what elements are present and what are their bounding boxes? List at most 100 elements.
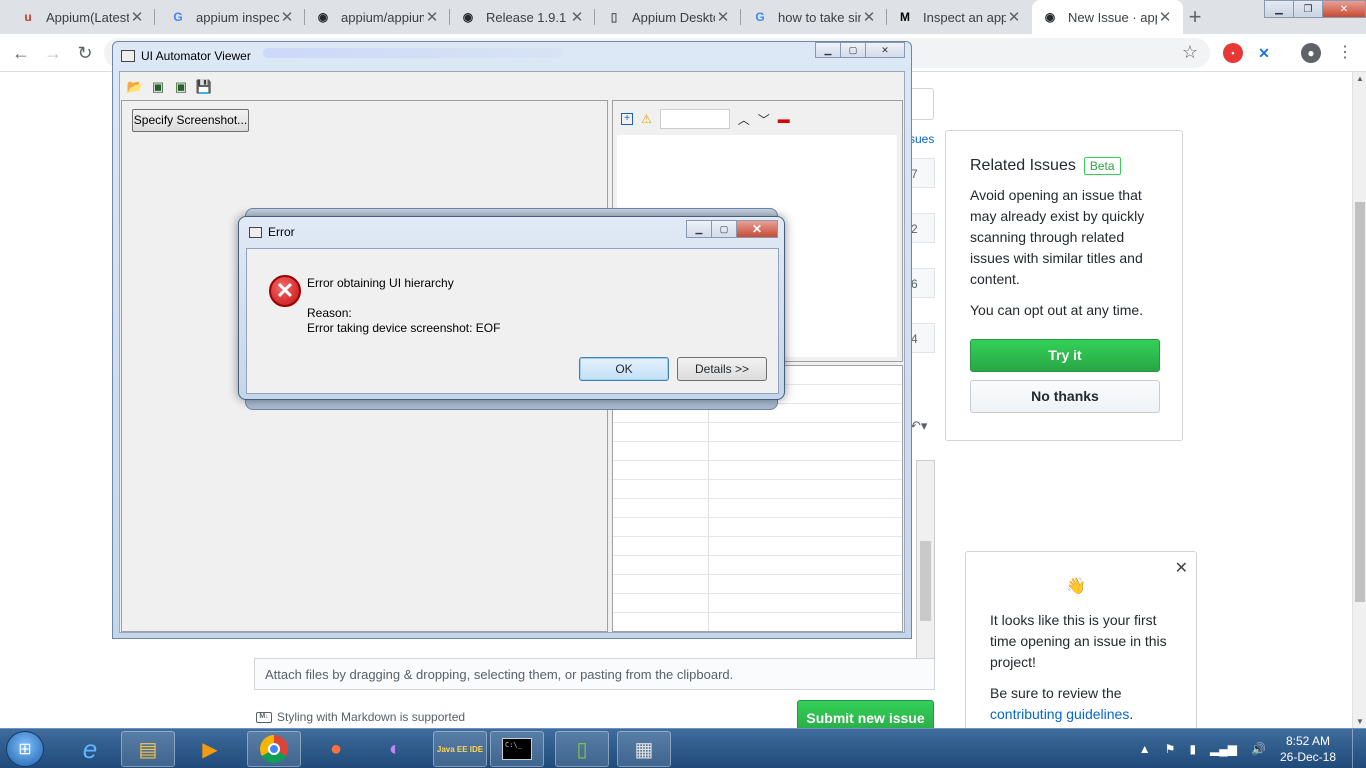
issues-link[interactable]: sues <box>909 132 934 146</box>
tab-close-icon[interactable]: ✕ <box>424 8 440 26</box>
bookmark-star-icon[interactable]: ☆ <box>1177 39 1203 65</box>
save-icon[interactable]: 💾 <box>195 78 213 96</box>
close-icon[interactable]: ✕ <box>1322 0 1366 18</box>
related-issue-count: 2 <box>909 213 935 243</box>
tab-title: appium inspect <box>196 9 279 25</box>
warning-icon[interactable]: ⚠ <box>641 112 652 126</box>
ui-automator-viewer-icon[interactable]: ▦ <box>617 731 671 767</box>
viewer-toolbar: 📂 ▣ ▣ 💾 <box>126 78 218 96</box>
browser-window-controls: ▁ ❐ ✕ <box>1264 0 1366 18</box>
menu-dots-icon[interactable]: ⋮ <box>1332 40 1358 66</box>
action-center-flag-icon[interactable]: ⚑ <box>1165 742 1176 756</box>
tab-close-icon[interactable]: ✕ <box>129 8 145 26</box>
close-icon[interactable]: ✕ <box>736 220 778 238</box>
github-icon: ◉ <box>462 10 474 24</box>
file-explorer-icon[interactable]: ▤ <box>121 731 175 767</box>
browser-tab[interactable]: ▯ Appium Deskto ✕ <box>596 0 741 34</box>
browser-tab[interactable]: ◉ Release 1.9.1 · a✕ <box>450 0 595 34</box>
appium-icon: u <box>24 10 32 24</box>
minimize-icon[interactable]: ▁ <box>686 220 712 238</box>
clear-icon[interactable]: ▬ <box>778 112 790 126</box>
tab-close-icon[interactable]: ✕ <box>279 8 295 26</box>
minimize-icon[interactable]: ▁ <box>815 42 841 58</box>
volume-icon[interactable]: 🔊 <box>1251 742 1266 756</box>
tab-close-icon[interactable]: ✕ <box>569 8 585 26</box>
maximize-icon[interactable]: ▢ <box>840 42 866 58</box>
tab-close-icon[interactable]: ✕ <box>1006 8 1022 26</box>
browser-tab[interactable]: Gappium inspect ✕ <box>160 0 305 34</box>
extension-icon[interactable]: • <box>1223 43 1243 63</box>
browser-tab[interactable]: ◉ New Issue · app ✕ <box>1032 0 1183 34</box>
extension-icon[interactable]: ✕ <box>1254 43 1274 63</box>
hierarchy-search-input[interactable] <box>659 109 730 129</box>
reply-icon[interactable]: ↶▾ <box>910 418 927 434</box>
ok-button[interactable]: OK <box>579 357 669 381</box>
media-app-icon[interactable]: ◐ <box>368 731 422 767</box>
device-screenshot-icon[interactable]: ▣ <box>149 78 167 96</box>
close-icon[interactable]: ✕ <box>865 42 905 58</box>
search-input-edge[interactable] <box>909 88 934 120</box>
tab-title: Release 1.9.1 · a <box>486 9 569 25</box>
markdown-icon: M↓ <box>256 711 272 723</box>
restore-icon[interactable]: ❐ <box>1293 0 1323 18</box>
specify-screenshot-button[interactable]: Specify Screenshot... <box>132 109 249 132</box>
contributing-guidelines-link[interactable]: contributing guidelines <box>990 706 1129 722</box>
page-scrollbar[interactable]: ▲ ▼ <box>1352 72 1366 728</box>
profile-avatar-icon[interactable]: ● <box>1301 43 1321 63</box>
close-icon[interactable]: ✕ <box>1175 558 1188 578</box>
browser-tab[interactable]: Ghow to take sim ✕ <box>742 0 887 34</box>
maximize-icon[interactable]: ▢ <box>711 220 737 238</box>
error-reason-text: Error taking device screenshot: EOF <box>307 321 501 335</box>
start-button[interactable]: ⊞ <box>6 731 44 767</box>
chevron-up-icon[interactable]: ︿ <box>738 111 750 128</box>
medium-icon: M <box>900 10 910 24</box>
attach-files-area[interactable]: Attach files by dragging & dropping, sel… <box>254 658 935 690</box>
app-window-icon <box>249 226 262 238</box>
battery-icon[interactable]: ▮ <box>1189 742 1196 756</box>
firefox-icon[interactable]: ● <box>309 731 363 767</box>
related-issues-panel: Related Issues Beta Avoid opening an iss… <box>945 130 1183 441</box>
try-it-button[interactable]: Try it <box>970 339 1160 372</box>
app-window-icon <box>121 50 135 62</box>
scroll-down-icon[interactable]: ▼ <box>1353 717 1366 726</box>
reload-icon[interactable]: ↻ <box>72 40 98 66</box>
error-dialog: Error ▁ ▢ ✕ ✕ Error obtaining UI hierarc… <box>238 216 785 400</box>
media-player-icon[interactable]: ▶ <box>183 731 237 767</box>
open-folder-icon[interactable]: 📂 <box>126 78 144 96</box>
editor-scrollbar[interactable] <box>916 460 935 660</box>
no-thanks-button[interactable]: No thanks <box>970 380 1160 413</box>
command-prompt-icon[interactable]: C:\_ <box>490 731 544 767</box>
google-icon: G <box>755 10 765 24</box>
tab-close-icon[interactable]: ✕ <box>861 8 877 26</box>
browser-tab[interactable]: ◉ appium/appium ✕ <box>305 0 450 34</box>
minimize-icon[interactable]: ▁ <box>1264 0 1294 18</box>
dialog-window-controls: ▁ ▢ ✕ <box>686 220 778 238</box>
scroll-up-icon[interactable]: ▲ <box>1353 74 1366 83</box>
new-tab-button[interactable]: + <box>1181 4 1209 30</box>
java-ee-ide-icon[interactable]: Java EE IDE <box>433 731 487 767</box>
browser-tab[interactable]: M Inspect an app ✕ <box>887 0 1032 34</box>
tab-title: Appium(Latest <box>46 9 129 25</box>
expand-all-icon[interactable]: + <box>621 113 633 125</box>
github-icon: ◉ <box>1044 10 1056 24</box>
device-screenshot-compressed-icon[interactable]: ▣ <box>172 78 190 96</box>
tab-title: Inspect an app <box>923 9 1006 25</box>
details-button[interactable]: Details >> <box>677 357 767 381</box>
show-desktop-button[interactable] <box>1352 729 1366 768</box>
chrome-icon[interactable] <box>247 731 301 767</box>
tab-close-icon[interactable]: ✕ <box>1157 8 1173 26</box>
markdown-supported-text[interactable]: Styling with Markdown is supported <box>277 710 465 724</box>
chevron-down-icon[interactable]: ﹀ <box>758 111 770 128</box>
network-signal-icon[interactable]: ▂▄▆ <box>1210 742 1237 756</box>
show-hidden-icons-icon[interactable]: ▲ <box>1139 742 1151 756</box>
submit-new-issue-button[interactable]: Submit new issue <box>797 700 934 728</box>
back-icon[interactable]: ← <box>8 40 34 66</box>
android-device-icon[interactable]: ▯ <box>555 731 609 767</box>
browser-tab[interactable]: u Appium(Latest ✕ <box>10 0 155 34</box>
forward-icon[interactable]: → <box>40 40 66 66</box>
tab-close-icon[interactable]: ✕ <box>715 8 731 26</box>
internet-explorer-icon[interactable]: e <box>63 731 117 767</box>
tab-title: how to take sim <box>778 9 861 25</box>
tab-title: Appium Deskto <box>632 9 715 25</box>
system-clock[interactable]: 8:52 AM 26-Dec-18 <box>1280 733 1336 765</box>
